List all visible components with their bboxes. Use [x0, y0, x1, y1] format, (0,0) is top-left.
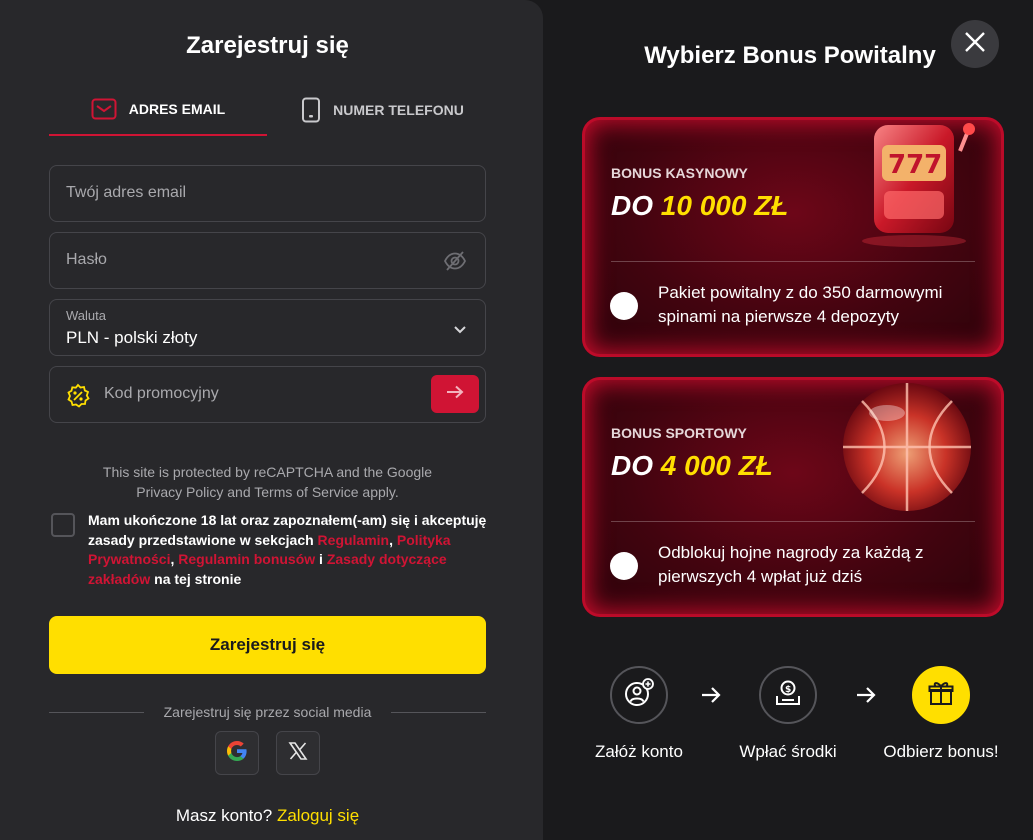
deposit-icon: $ — [773, 678, 803, 713]
step-label: Załóż konto — [595, 742, 683, 761]
apply-promo-button[interactable] — [431, 375, 479, 413]
arrow-right-icon — [855, 684, 877, 711]
google-icon — [225, 739, 249, 768]
terms-separator: i — [315, 551, 327, 567]
close-icon — [964, 31, 986, 58]
registration-panel: Zarejestruj się ADRES EMAIL NUMER TELEFO… — [0, 0, 543, 840]
casino-bonus-card[interactable]: 777 BONUS KASYNOWY DO 10 000 ZŁ Pakiet p… — [582, 117, 1004, 357]
promo-code-field[interactable]: Kod promocyjny — [49, 366, 486, 423]
envelope-icon — [91, 98, 117, 120]
bonus-amount-value: 4 000 ZŁ — [660, 450, 773, 481]
basketball-image — [832, 377, 982, 526]
promo-placeholder: Kod promocyjny — [104, 385, 219, 402]
tab-phone[interactable]: NUMER TELEFONU — [279, 84, 486, 136]
social-divider: Zarejestruj się przez social media — [49, 704, 486, 722]
user-add-icon — [624, 677, 654, 713]
gift-icon — [927, 679, 955, 712]
recaptcha-notice: This site is protected by reCAPTCHA and … — [49, 462, 486, 502]
login-prompt-text: Masz konto? — [175, 806, 273, 825]
card-divider — [611, 521, 975, 522]
register-button[interactable]: Zarejestruj się — [49, 616, 486, 674]
bonus-amount-value: 10 000 ZŁ — [660, 190, 789, 221]
password-placeholder: Hasło — [66, 251, 107, 268]
recaptcha-line-1: This site is protected by reCAPTCHA and … — [102, 464, 433, 480]
register-tabs: ADRES EMAIL NUMER TELEFONU — [49, 84, 486, 136]
x-login-button[interactable] — [276, 731, 320, 775]
x-logo-icon — [287, 740, 309, 767]
casino-bonus-radio[interactable] — [610, 292, 638, 320]
step-deposit: $ — [759, 666, 817, 724]
terms-checkbox[interactable] — [51, 513, 75, 537]
currency-select[interactable]: Waluta PLN - polski złoty — [49, 299, 486, 356]
bonus-amount: DO 4 000 ZŁ — [611, 450, 773, 482]
svg-text:777: 777 — [888, 150, 942, 180]
bonus-kind: BONUS KASYNOWY — [611, 165, 748, 181]
terms-separator: , — [389, 531, 397, 548]
close-button[interactable] — [951, 20, 999, 68]
recaptcha-line-2: Privacy Policy and Terms of Service appl… — [136, 484, 399, 500]
arrow-right-icon — [700, 684, 722, 711]
currency-label: Waluta — [66, 308, 106, 323]
svg-text:$: $ — [785, 685, 791, 695]
arrow-right-icon — [446, 385, 464, 404]
slot-machine-image: 777 — [852, 117, 982, 256]
bonus-kind: BONUS SPORTOWY — [611, 425, 747, 441]
tab-email[interactable]: ADRES EMAIL — [49, 84, 267, 136]
currency-value: PLN - polski złoty — [66, 328, 198, 347]
google-login-button[interactable] — [215, 731, 259, 775]
card-divider — [611, 261, 975, 262]
step-label: Odbierz bonus! — [883, 742, 999, 761]
bonus-amount-prefix: DO — [611, 190, 661, 221]
discount-badge-icon — [65, 383, 91, 414]
eye-off-icon[interactable] — [443, 249, 467, 278]
page-title: Zarejestruj się — [186, 32, 349, 59]
bonus-amount: DO 10 000 ZŁ — [611, 190, 788, 222]
bonus-amount-prefix: DO — [611, 450, 661, 481]
terms-link-bonus[interactable]: Regulamin bonusów — [178, 551, 315, 567]
tab-email-label: ADRES EMAIL — [128, 101, 226, 117]
tab-phone-label: NUMER TELEFONU — [333, 102, 464, 118]
divider-line — [391, 712, 486, 713]
email-placeholder: Twój adres email — [66, 184, 187, 201]
login-prompt: Masz konto? Zaloguj się — [0, 806, 535, 826]
terms-text-part: na tej stronie — [150, 570, 242, 587]
terms-link-regulamin[interactable]: Regulamin — [318, 532, 390, 548]
password-field[interactable]: Hasło — [49, 232, 486, 289]
step-label: Wpłać środki — [739, 742, 837, 761]
step-create-account — [610, 666, 668, 724]
email-field[interactable]: Twój adres email — [49, 165, 486, 222]
sports-bonus-radio[interactable] — [610, 552, 638, 580]
bonus-title: Wybierz Bonus Powitalny — [644, 42, 936, 69]
bonus-description: Pakiet powitalny z do 350 darmowymi spin… — [658, 283, 943, 326]
sports-bonus-card[interactable]: BONUS SPORTOWY DO 4 000 ZŁ Odblokuj hojn… — [582, 377, 1004, 617]
chevron-down-icon — [453, 322, 467, 340]
terms-text: Mam ukończone 18 lat oraz zapoznałem(-am… — [88, 511, 488, 589]
bonus-description: Odblokuj hojne nagrody za każdą z pierws… — [658, 543, 924, 586]
step-claim-bonus — [912, 666, 970, 724]
phone-icon — [301, 97, 321, 123]
login-link[interactable]: Zaloguj się — [277, 806, 359, 825]
